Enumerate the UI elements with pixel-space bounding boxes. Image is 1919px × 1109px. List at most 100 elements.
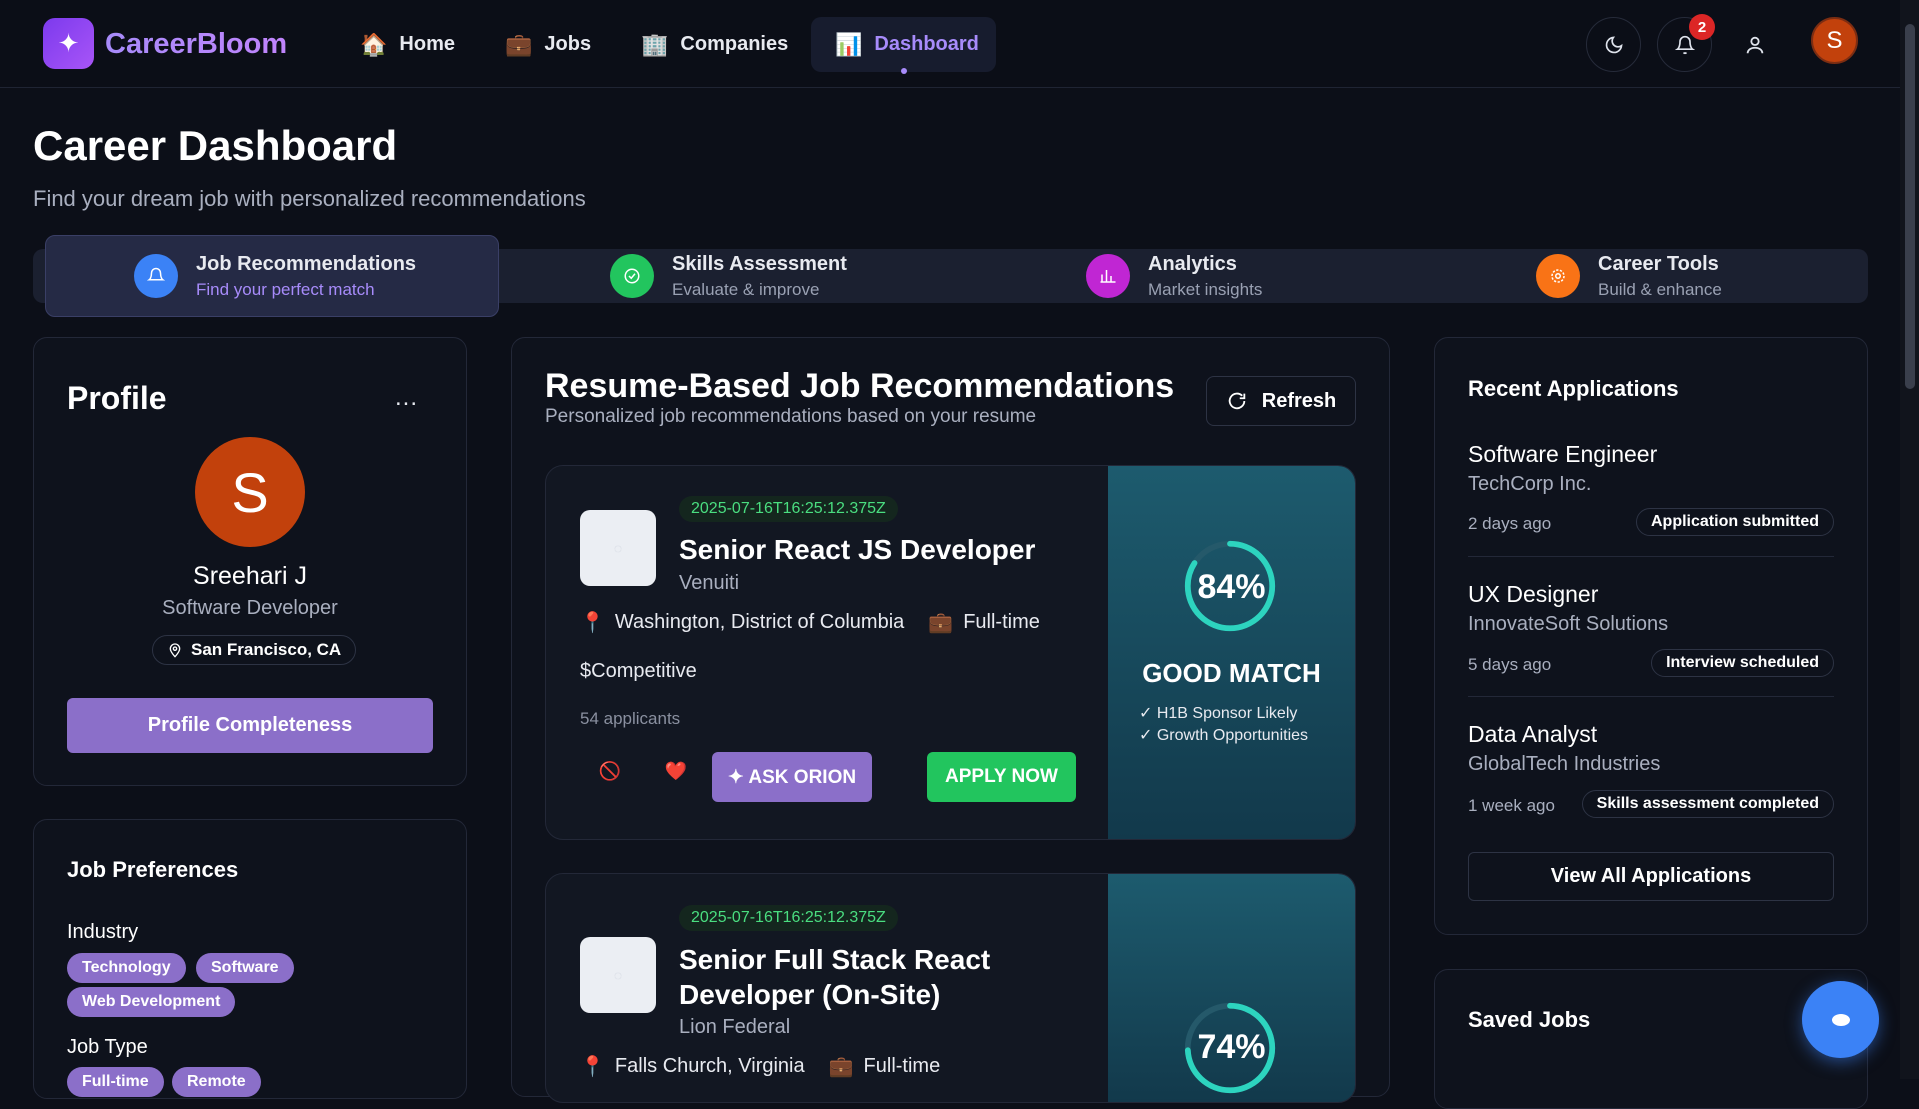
notification-count-badge: 2 [1689, 14, 1715, 40]
application-row-footer: 1 week ago Skills assessment completed [1468, 790, 1834, 820]
account-button[interactable] [1727, 17, 1782, 72]
nav-jobs[interactable]: 💼 Jobs [481, 17, 615, 72]
user-avatar[interactable]: S [1811, 17, 1858, 64]
profile-location-text: San Francisco, CA [191, 640, 342, 659]
job-type-text: Full-time [863, 1055, 941, 1077]
industry-chip[interactable]: Software [196, 953, 294, 983]
tab-analytics[interactable]: Analytics Market insights [1086, 235, 1262, 317]
bell-icon [134, 254, 178, 298]
job-company: Venuiti [679, 572, 740, 594]
recent-applications-card [1434, 337, 1868, 935]
job-type-chip[interactable]: Remote [172, 1067, 261, 1097]
recommendations-title: Resume-Based Job Recommendations [545, 367, 1175, 405]
industry-chip[interactable]: Web Development [67, 987, 236, 1017]
check-circle-icon [610, 254, 654, 298]
job-posted-date: 2025-07-16T16:25:12.375Z [679, 905, 898, 931]
job-card[interactable]: 84% GOOD MATCH ✓ H1B Sponsor Likely ✓ Gr… [545, 465, 1356, 840]
heart-icon[interactable]: ❤️ [656, 746, 696, 796]
application-time: 2 days ago [1468, 514, 1552, 533]
tab-sublabel: Build & enhance [1598, 279, 1722, 299]
job-type-text: Full-time [963, 611, 1040, 633]
page-title: Career Dashboard [33, 122, 398, 169]
pin-icon: 📍 [580, 1056, 605, 1078]
application-job[interactable]: Software Engineer [1468, 441, 1657, 468]
tab-label: Analytics [1148, 252, 1237, 275]
job-posted-date: 2025-07-16T16:25:12.375Z [679, 496, 898, 522]
user-icon [1746, 36, 1763, 53]
not-interested-icon[interactable]: 🚫 [590, 746, 630, 796]
match-points: ✓ H1B Sponsor Likely ✓ Growth Opportunit… [1139, 703, 1314, 747]
match-panel: 84% GOOD MATCH ✓ H1B Sponsor Likely ✓ Gr… [1108, 466, 1355, 839]
bell-icon [1674, 35, 1695, 54]
tab-label: Job Recommendations [196, 252, 417, 275]
tab-career-tools[interactable]: Career Tools Build & enhance [1536, 235, 1722, 317]
industry-label: Industry [67, 921, 139, 943]
status-badge: Skills assessment completed [1581, 790, 1834, 818]
industry-chip[interactable]: Technology [67, 953, 186, 983]
nav-companies[interactable]: 🏢 Companies [617, 17, 812, 72]
map-pin-icon [169, 643, 181, 658]
briefcase-icon: 💼 [928, 612, 954, 634]
job-location-text: Washington, District of Columbia [614, 611, 905, 633]
recommendations-subtitle: Personalized job recommendations based o… [545, 406, 1037, 427]
application-time: 1 week ago [1468, 796, 1555, 815]
tab-job-recommendations[interactable]: Job Recommendations Find your perfect mat… [45, 235, 499, 317]
job-company: Lion Federal [679, 1016, 791, 1038]
application-job[interactable]: Data Analyst [1468, 721, 1597, 748]
job-location-text: Falls Church, Virginia [614, 1055, 805, 1077]
profile-name: Sreehari J [193, 562, 307, 590]
nav-dashboard-label: Dashboard [874, 33, 979, 55]
job-type-chip[interactable]: Full-time [67, 1067, 164, 1097]
analytics-icon [1086, 254, 1130, 298]
house-icon: 🏠 [360, 31, 388, 57]
theme-toggle-button[interactable] [1586, 17, 1641, 72]
view-all-applications-button[interactable]: View All Applications [1468, 852, 1834, 901]
refresh-icon [1228, 392, 1245, 410]
job-applicants: 54 applicants [580, 709, 681, 728]
application-company: InnovateSoft Solutions [1468, 613, 1669, 635]
match-point: ✓ H1B Sponsor Likely [1139, 705, 1298, 722]
company-logo: ◌ [580, 937, 656, 1013]
chat-fab-button[interactable] [1802, 981, 1879, 1058]
tab-sublabel: Find your perfect match [196, 279, 375, 299]
job-card[interactable]: 74% ◌ 2025-07-16T16:25:12.375Z Senior Fu… [545, 873, 1356, 1103]
moon-icon [1605, 35, 1623, 53]
recent-applications-title: Recent Applications [1468, 376, 1679, 401]
match-percent: 84% [1197, 568, 1266, 606]
application-job[interactable]: UX Designer [1468, 581, 1598, 608]
job-title[interactable]: Senior React JS Developer [679, 532, 1079, 567]
refresh-button[interactable]: Refresh [1206, 376, 1356, 426]
job-title[interactable]: Senior Full Stack React Developer (On-Si… [679, 942, 1079, 1012]
page-subtitle: Find your dream job with personalized re… [33, 186, 586, 211]
notifications-button[interactable]: 2 [1657, 14, 1715, 72]
profile-title: Profile [67, 380, 167, 416]
company-logo: ◌ [580, 510, 656, 586]
apply-now-button[interactable]: APPLY NOW [927, 752, 1076, 802]
scrollbar-thumb[interactable] [1905, 24, 1915, 389]
nav-home[interactable]: 🏠 Home [336, 17, 479, 72]
nav-companies-label: Companies [680, 33, 789, 55]
profile-completeness-button[interactable]: Profile Completeness [67, 698, 433, 753]
more-options-icon[interactable]: ... [395, 384, 418, 412]
status-badge: Interview scheduled [1651, 649, 1834, 677]
brand-name[interactable]: CareerBloom [105, 28, 287, 61]
nav-dashboard[interactable]: 📊 Dashboard [811, 17, 996, 72]
top-navbar: ✦ CareerBloom 🏠 Home 💼 Jobs 🏢 Companies … [0, 0, 1900, 88]
briefcase-icon: 💼 [828, 1056, 854, 1078]
refresh-label: Refresh [1261, 389, 1337, 412]
profile-role: Software Developer [162, 597, 338, 619]
nav-jobs-label: Jobs [544, 33, 592, 55]
tab-label: Career Tools [1598, 252, 1719, 275]
application-time: 5 days ago [1468, 655, 1552, 674]
match-percent: 74% [1197, 1028, 1266, 1066]
pin-icon: 📍 [580, 612, 605, 634]
ask-orion-button[interactable]: ✦ ASK ORION [712, 752, 872, 802]
job-type: 💼 Full-time [829, 1054, 941, 1079]
application-company: TechCorp Inc. [1468, 473, 1592, 495]
application-row-footer: 2 days ago Application submitted [1468, 508, 1834, 538]
tab-skills-assessment[interactable]: Skills Assessment Evaluate & improve [610, 235, 847, 317]
job-type-label: Job Type [67, 1036, 148, 1058]
logo-sparkle-icon[interactable]: ✦ [43, 18, 94, 69]
job-type: 💼 Full-time [928, 610, 1040, 635]
match-label: GOOD MATCH [1142, 658, 1321, 688]
